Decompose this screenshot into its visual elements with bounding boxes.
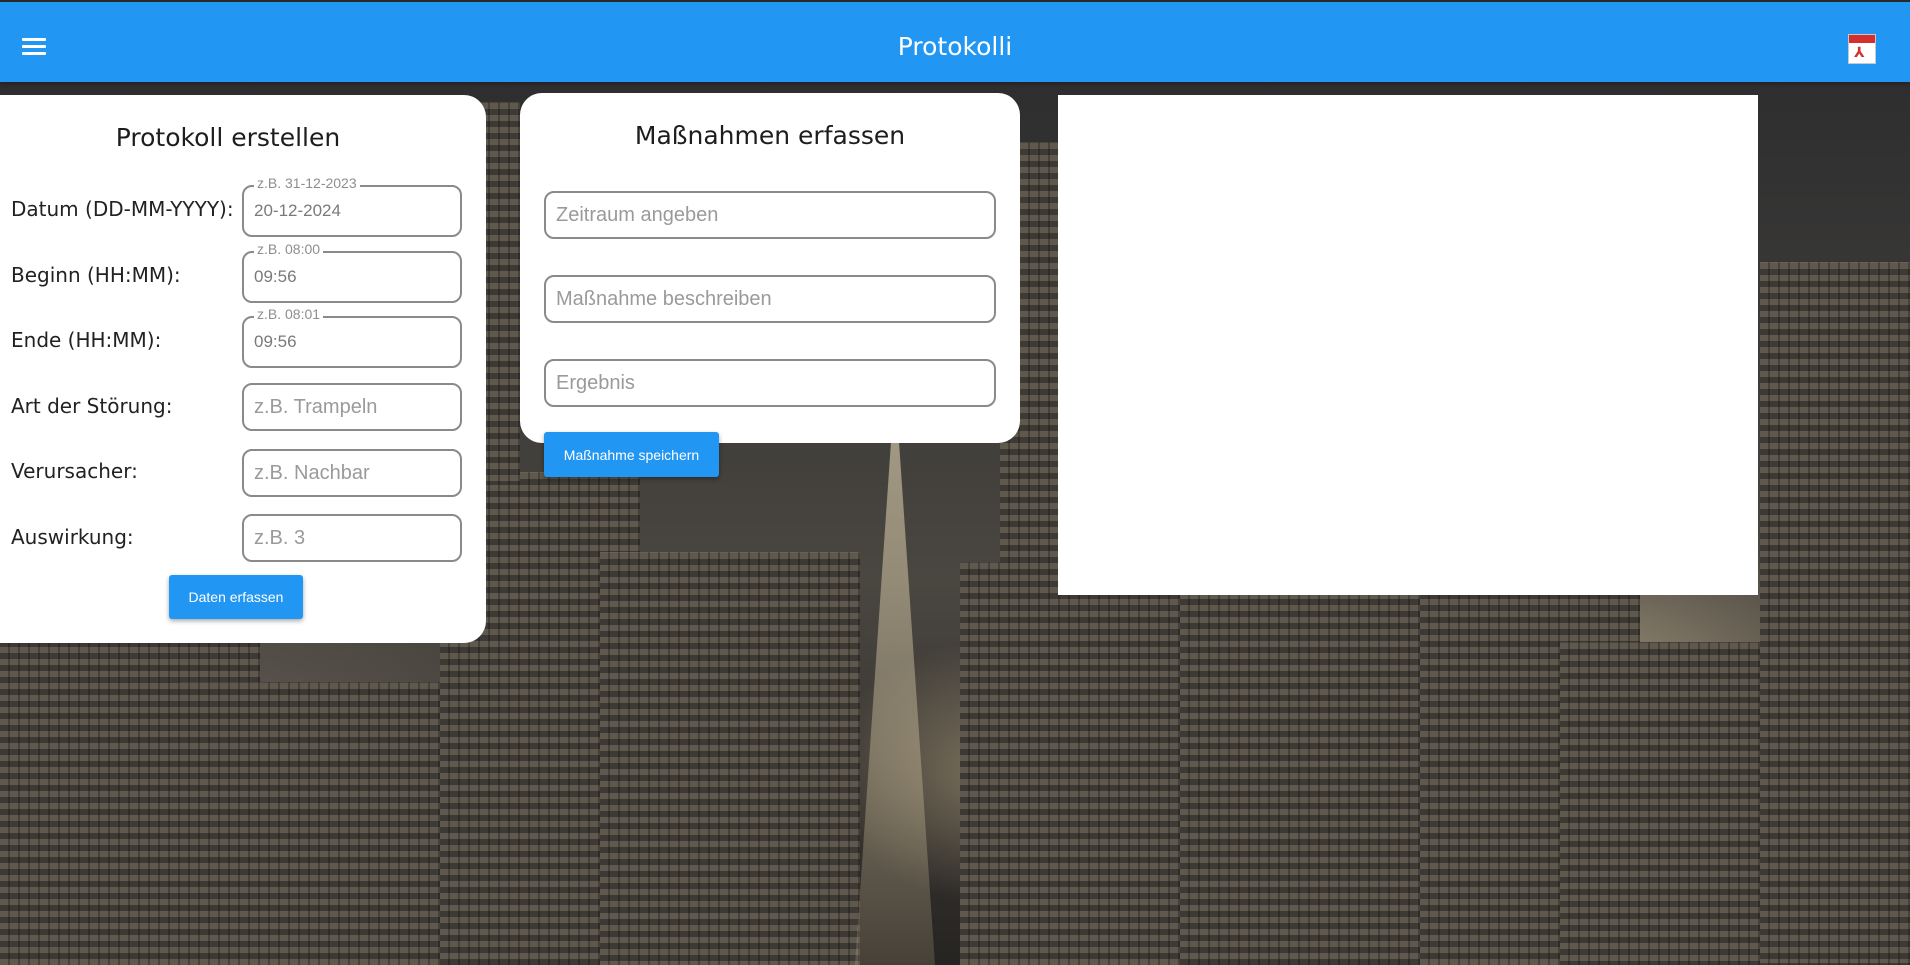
app-bar: Protokolli ⅄ xyxy=(0,2,1910,82)
verursacher-label: Verursacher: xyxy=(11,459,138,483)
ende-field[interactable]: z.B. 08:01 xyxy=(242,306,462,368)
stoerung-input[interactable] xyxy=(254,385,452,429)
massnahme-speichern-button[interactable]: Maßnahme speichern xyxy=(544,432,719,477)
ergebnis-field[interactable] xyxy=(544,359,996,407)
stoerung-label: Art der Störung: xyxy=(11,394,173,418)
auswirkung-input[interactable] xyxy=(254,516,452,560)
stoerung-field[interactable] xyxy=(242,383,462,431)
datum-field[interactable]: z.B. 31-12-2023 xyxy=(242,175,462,237)
auswirkung-label: Auswirkung: xyxy=(11,525,134,549)
pdf-icon-glyph: ⅄ xyxy=(1854,45,1865,61)
ergebnis-input[interactable] xyxy=(556,361,986,405)
verursacher-field[interactable] xyxy=(242,449,462,497)
massnahme-field[interactable] xyxy=(544,275,996,323)
beginn-field[interactable]: z.B. 08:00 xyxy=(242,241,462,303)
beginn-label: Beginn (HH:MM): xyxy=(11,263,181,287)
datum-input[interactable] xyxy=(254,187,452,235)
auswirkung-field[interactable] xyxy=(242,514,462,562)
ende-input[interactable] xyxy=(254,318,452,366)
massnahmen-card: Maßnahmen erfassen xyxy=(520,93,1020,443)
zeitraum-field[interactable] xyxy=(544,191,996,239)
pdf-icon[interactable]: ⅄ xyxy=(1848,34,1876,64)
daten-erfassen-button[interactable]: Daten erfassen xyxy=(169,575,303,619)
massnahmen-title: Maßnahmen erfassen xyxy=(634,121,906,150)
datum-label: Datum (DD-MM-YYYY): xyxy=(11,197,234,221)
pdf-preview-pane xyxy=(1058,95,1758,595)
verursacher-input[interactable] xyxy=(254,451,452,495)
beginn-input[interactable] xyxy=(254,253,452,301)
protokoll-card: Protokoll erstellen Datum (DD-MM-YYYY): … xyxy=(0,95,486,643)
protokoll-title: Protokoll erstellen xyxy=(115,123,341,152)
zeitraum-input[interactable] xyxy=(556,193,986,237)
massnahme-input[interactable] xyxy=(556,277,986,321)
app-title: Protokolli xyxy=(897,32,1013,61)
ende-label: Ende (HH:MM): xyxy=(11,328,162,352)
